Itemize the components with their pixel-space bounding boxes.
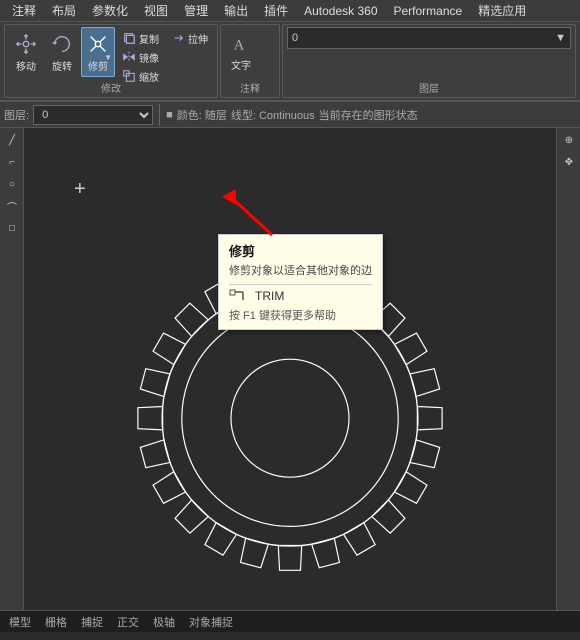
- layer-name: 0: [292, 32, 555, 44]
- status-osnap-label: 对象捕捉: [189, 614, 233, 630]
- annotation-text-btn[interactable]: A 文字: [225, 27, 257, 77]
- status-ortho-label: 正交: [117, 614, 139, 630]
- red-arrow-svg: [222, 190, 282, 240]
- sidebar-btn-line[interactable]: ╱: [2, 130, 22, 150]
- ribbon-btn-group: 移动 旋转: [9, 27, 115, 83]
- layer-dropdown[interactable]: 0 ▼: [287, 27, 571, 49]
- sidebar-btn-rect[interactable]: □: [2, 218, 22, 238]
- sidebar-btn-circle[interactable]: ○: [2, 174, 22, 194]
- menu-output[interactable]: 输出: [216, 0, 256, 21]
- status-snap[interactable]: 捕捉: [78, 614, 106, 630]
- gear-drawing: [24, 128, 556, 610]
- current-state-label: 当前存在的图形状态: [319, 107, 418, 123]
- status-snap-label: 捕捉: [81, 614, 103, 630]
- color-label: 颜色: 随层: [177, 107, 227, 123]
- menu-manage[interactable]: 管理: [176, 0, 216, 21]
- status-model-label: 模型: [9, 614, 31, 630]
- ribbon-btn-move[interactable]: 移动: [9, 27, 43, 77]
- tooltip-title: 修剪: [229, 241, 372, 260]
- main-area: ╱ ⌐ ○ ⌒ □ ⊕ ✥ + 修剪: [0, 128, 580, 610]
- rotate-icon: [50, 32, 74, 56]
- tooltip-trim-row: TRIM: [229, 289, 372, 303]
- sidebar-btn-pan[interactable]: ✥: [559, 152, 579, 172]
- status-ortho[interactable]: 正交: [114, 614, 142, 630]
- move-icon: [14, 32, 38, 56]
- menu-autodesk360[interactable]: Autodesk 360: [296, 2, 385, 20]
- copy-label: 复制: [139, 31, 159, 46]
- stretch-icon: [171, 31, 185, 45]
- status-polar-label: 极轴: [153, 614, 175, 630]
- right-sidebar: ⊕ ✥: [556, 128, 580, 610]
- annotation-text-label: 文字: [231, 57, 251, 72]
- sidebar-btn-poly[interactable]: ⌐: [2, 152, 22, 172]
- trim-dropdown-arrow: ▼: [104, 53, 112, 62]
- status-grid[interactable]: 栅格: [42, 614, 70, 630]
- tooltip-help: 按 F1 键获得更多帮助: [229, 307, 372, 323]
- layer-select[interactable]: 0: [33, 105, 153, 125]
- drawing-canvas[interactable]: + 修剪 修剪对象以适合其他对象的边: [24, 128, 556, 610]
- stretch-label: 拉伸: [188, 31, 208, 46]
- tooltip-popup: 修剪 修剪对象以适合其他对象的边 TRIM 按 F1 键获得更多帮助: [218, 234, 383, 330]
- menu-layout[interactable]: 布局: [44, 0, 84, 21]
- ribbon-btn-move-label: 移动: [16, 58, 36, 73]
- layer-dropdown-arrow: ▼: [555, 32, 566, 44]
- menu-parametric[interactable]: 参数化: [84, 0, 136, 21]
- menu-performance[interactable]: Performance: [386, 2, 471, 20]
- tooltip-desc: 修剪对象以适合其他对象的边: [229, 262, 372, 278]
- ribbon-group-annotation: 注释 A 文字: [220, 24, 280, 98]
- status-osnap[interactable]: 对象捕捉: [186, 614, 236, 630]
- layer-bar: 图层: 0 ■ 颜色: 随层 线型: Continuous 当前存在的图形状态: [0, 102, 580, 128]
- tooltip-divider: [229, 284, 372, 285]
- separator: [159, 104, 160, 126]
- ribbon-btn-trim[interactable]: 修剪 ▼: [81, 27, 115, 77]
- properties-label: ■: [166, 109, 173, 121]
- ribbon: 移动 旋转: [0, 22, 580, 102]
- ribbon-group-modify-title: 修改: [5, 80, 217, 95]
- menu-annotation[interactable]: 注释: [4, 0, 44, 21]
- mirror-icon: [122, 50, 136, 64]
- ribbon-group-modify: 移动 旋转: [4, 24, 218, 98]
- menubar: 注释 布局 参数化 视图 管理 输出 插件 Autodesk 360 Perfo…: [0, 0, 580, 22]
- svg-text:A: A: [234, 37, 245, 53]
- layer-bar-label: 图层:: [4, 107, 29, 123]
- layers-group-title: 图层: [283, 80, 575, 95]
- menu-featured[interactable]: 精选应用: [470, 0, 534, 21]
- status-grid-label: 栅格: [45, 614, 67, 630]
- status-polar[interactable]: 极轴: [150, 614, 178, 630]
- menu-plugin[interactable]: 插件: [256, 0, 296, 21]
- ribbon-btn-rotate-label: 旋转: [52, 58, 72, 73]
- menu-view[interactable]: 视图: [136, 0, 176, 21]
- ribbon-btn-rotate[interactable]: 旋转: [45, 27, 79, 77]
- sidebar-btn-arc[interactable]: ⌒: [2, 196, 22, 216]
- ribbon-btn-mirror[interactable]: 镜像: [117, 48, 164, 66]
- tooltip-trim-icon: [229, 289, 249, 303]
- ribbon-btn-stretch[interactable]: 拉伸: [166, 29, 213, 47]
- sidebar-btn-zoom[interactable]: ⊕: [559, 130, 579, 150]
- mirror-label: 镜像: [139, 50, 159, 65]
- left-sidebar: ╱ ⌐ ○ ⌒ □: [0, 128, 24, 610]
- statusbar: 模型 栅格 捕捉 正交 极轴 对象捕捉: [0, 610, 580, 632]
- text-icon: A: [230, 33, 252, 55]
- ribbon-group-layers: 图层 0 ▼: [282, 24, 576, 98]
- copy-icon: [122, 31, 136, 45]
- trim-icon: [86, 32, 110, 56]
- status-model[interactable]: 模型: [6, 614, 34, 630]
- trim-command-label: TRIM: [255, 289, 284, 303]
- annotation-group-title: 注释: [221, 80, 279, 95]
- ribbon-btn-copy[interactable]: 复制: [117, 29, 164, 47]
- linetype-label: 线型: Continuous: [231, 107, 315, 123]
